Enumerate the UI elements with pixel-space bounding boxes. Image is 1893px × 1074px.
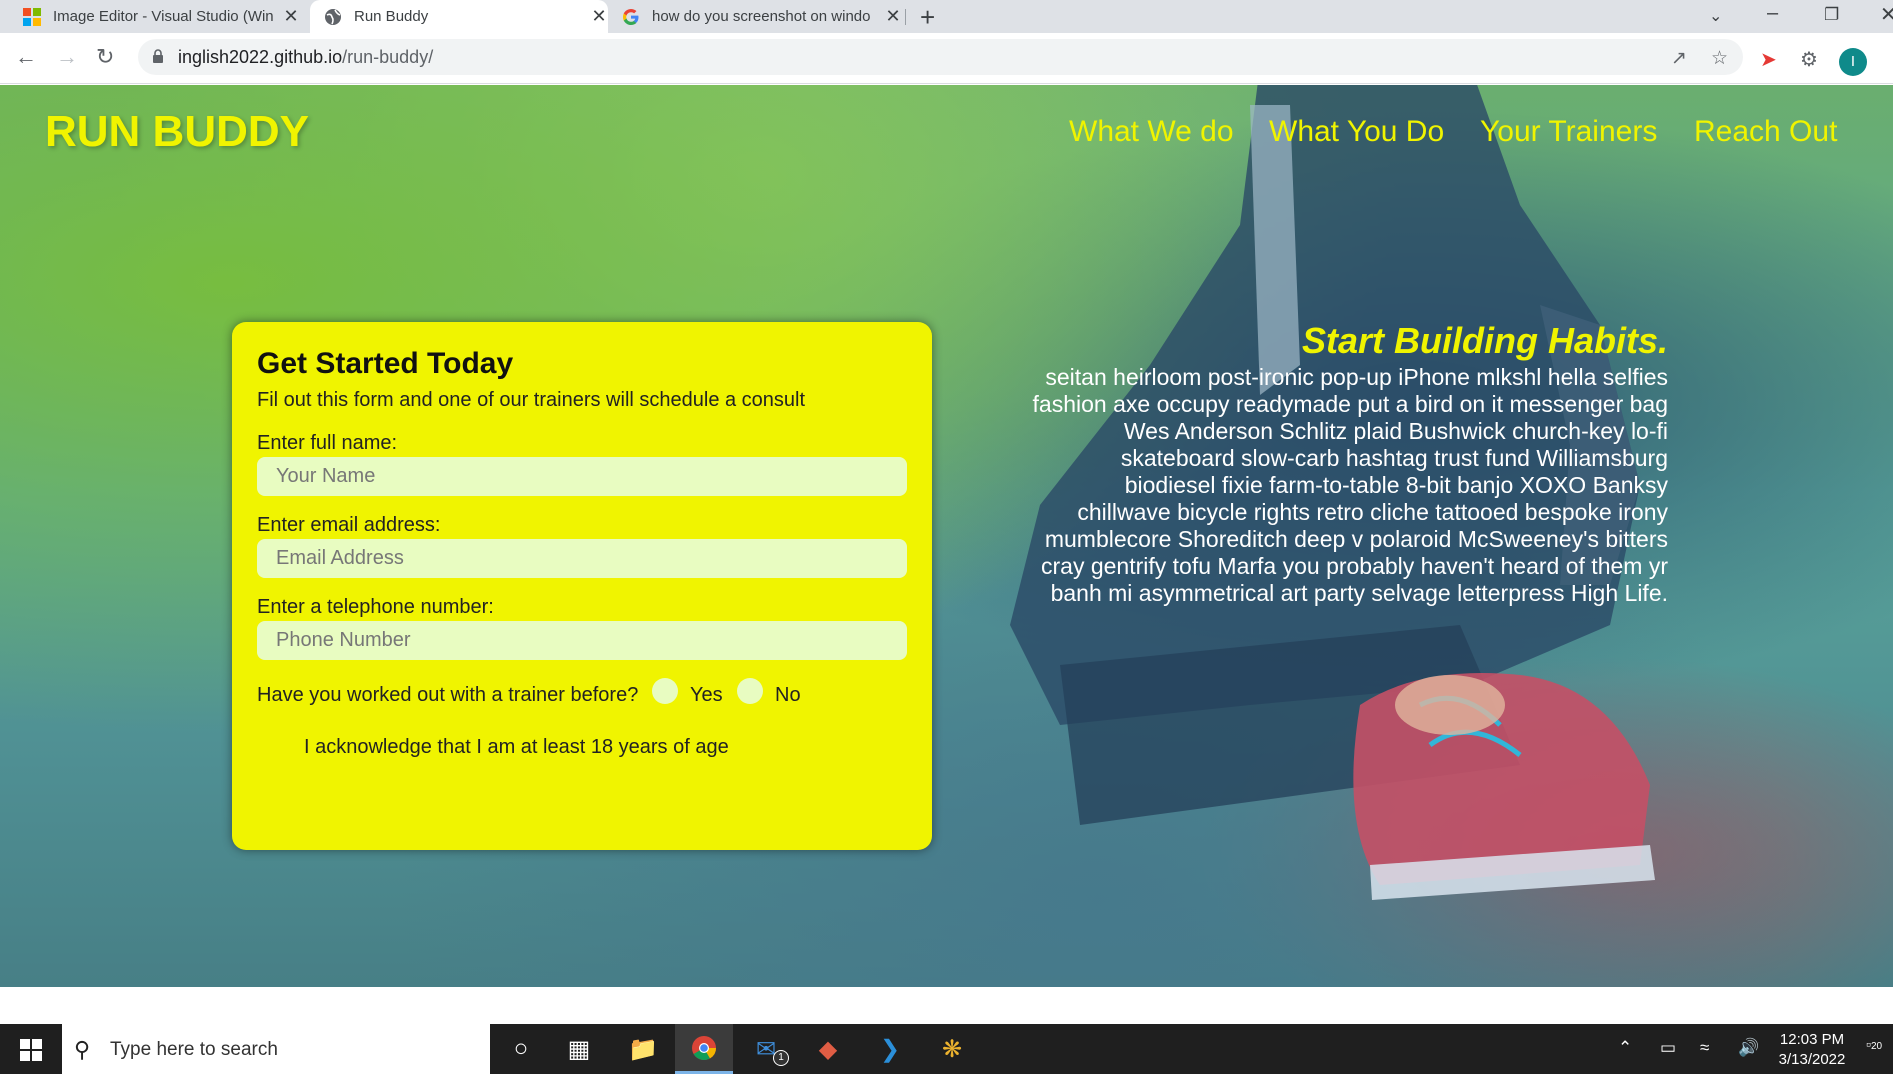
tab-title: Image Editor - Visual Studio (Win xyxy=(53,8,274,25)
habits-section: Start Building Habits. seitan heirloom p… xyxy=(1030,320,1668,607)
trainer-question-label: Have you worked out with a trainer befor… xyxy=(257,684,639,706)
cortana-icon[interactable]: ○ xyxy=(492,1024,550,1074)
name-label: Enter full name: xyxy=(257,432,398,454)
url-host: inglish2022.github.io xyxy=(178,47,343,67)
bookmark-star-icon[interactable]: ☆ xyxy=(1711,47,1728,70)
nav-what-we-do[interactable]: What We do xyxy=(1069,115,1234,149)
globe-icon xyxy=(325,8,341,25)
close-tab-icon[interactable]: ✕ xyxy=(590,6,608,27)
tab-separator xyxy=(905,9,906,25)
email-input[interactable] xyxy=(257,539,907,578)
close-window-icon[interactable]: ✕ xyxy=(1880,2,1893,27)
lock-icon xyxy=(153,49,163,63)
no-label: No xyxy=(775,684,801,706)
tab-title: how do you screenshot on windo xyxy=(652,8,871,25)
tab-strip: Image Editor - Visual Studio (Win ✕ Run … xyxy=(0,0,1893,33)
clock-date: 3/13/2022 xyxy=(1778,1051,1846,1068)
windows-start-icon[interactable] xyxy=(20,1039,42,1061)
name-input[interactable] xyxy=(257,457,907,496)
yes-label: Yes xyxy=(690,684,723,706)
nav-reach-out[interactable]: Reach Out xyxy=(1694,115,1837,149)
tab-title: Run Buddy xyxy=(354,8,429,25)
notification-center-icon[interactable]: ▫20 xyxy=(1866,1036,1893,1062)
phone-label: Enter a telephone number: xyxy=(257,596,494,618)
puzzle-extensions-icon[interactable]: ⚙ xyxy=(1800,47,1818,72)
nav-your-trainers[interactable]: Your Trainers xyxy=(1480,115,1657,149)
tab-run-buddy[interactable]: Run Buddy ✕ xyxy=(310,0,608,33)
chrome-icon[interactable] xyxy=(675,1024,733,1074)
taskbar-search-box[interactable]: ⚲ Type here to search xyxy=(62,1024,490,1074)
trainer-no-radio[interactable] xyxy=(737,678,763,704)
hero-section: RUN BUDDY What We do What You Do Your Tr… xyxy=(0,85,1893,987)
task-view-icon[interactable]: ▦ xyxy=(550,1024,608,1074)
clock-time: 12:03 PM xyxy=(1779,1031,1845,1048)
extension-icon[interactable]: ➤ xyxy=(1760,47,1777,72)
file-explorer-icon[interactable]: 📁 xyxy=(614,1024,672,1074)
url-text: inglish2022.github.io/run-buddy/ xyxy=(178,47,433,68)
close-tab-icon[interactable]: ✕ xyxy=(282,6,300,27)
clock[interactable]: 12:03 PM 3/13/2022 xyxy=(1772,1030,1852,1070)
close-tab-icon[interactable]: ✕ xyxy=(884,6,902,27)
tab-image-editor[interactable]: Image Editor - Visual Studio (Win ✕ xyxy=(23,0,300,33)
taskbar-search-placeholder: Type here to search xyxy=(110,1039,278,1060)
browser-toolbar: ← → ↻ inglish2022.github.io/run-buddy/ ↗… xyxy=(0,33,1893,84)
show-hidden-icons-chevron-icon[interactable]: ⌃ xyxy=(1618,1038,1632,1058)
email-label: Enter email address: xyxy=(257,514,441,536)
nav-what-you-do[interactable]: What You Do xyxy=(1269,115,1444,149)
wifi-icon[interactable]: ≈ xyxy=(1700,1038,1709,1058)
vscode-icon[interactable]: ❯ xyxy=(861,1024,919,1074)
search-icon: ⚲ xyxy=(74,1037,91,1062)
habits-body: seitan heirloom post-ironic pop-up iPhon… xyxy=(1032,364,1668,606)
back-arrow-icon[interactable]: ← xyxy=(15,44,37,70)
restore-icon[interactable]: ❐ xyxy=(1824,5,1839,25)
device-icon[interactable]: ▭ xyxy=(1660,1038,1676,1058)
slack-icon[interactable]: ❋ xyxy=(923,1024,981,1074)
tab-search-chevron-icon[interactable]: ⌄ xyxy=(1709,6,1722,26)
notification-count: 20 xyxy=(1870,1041,1883,1052)
url-path: /run-buddy/ xyxy=(342,47,434,67)
form-heading: Get Started Today xyxy=(257,347,514,380)
age-acknowledge-label[interactable]: I acknowledge that I am at least 18 year… xyxy=(304,736,729,759)
windows-taskbar: ⚲ Type here to search ○ ▦ 📁 ✉ 1 ◆ ❯ ❋ ⌃ ▭… xyxy=(0,1024,1893,1074)
habits-heading: Start Building Habits. xyxy=(1301,320,1668,361)
google-logo-icon xyxy=(623,8,639,25)
minimize-icon[interactable]: – xyxy=(1767,2,1778,25)
forward-arrow-icon[interactable]: → xyxy=(56,44,78,70)
form-subheading: Fil out this form and one of our trainer… xyxy=(257,389,806,411)
tab-google-search[interactable]: how do you screenshot on windo ✕ xyxy=(622,0,902,33)
trainer-yes-radio[interactable] xyxy=(652,678,678,704)
profile-avatar[interactable]: I xyxy=(1839,48,1867,76)
volume-icon[interactable]: 🔊 xyxy=(1738,1038,1759,1058)
microsoft-logo-icon xyxy=(23,7,41,26)
mail-icon[interactable]: ✉ 1 xyxy=(737,1024,795,1074)
signup-form-card: Get Started Today Fil out this form and … xyxy=(232,322,932,850)
new-tab-button[interactable]: + xyxy=(920,2,935,33)
share-icon[interactable]: ↗ xyxy=(1671,47,1687,70)
reload-icon[interactable]: ↻ xyxy=(96,44,114,70)
phone-input[interactable] xyxy=(257,621,907,660)
git-icon[interactable]: ◆ xyxy=(799,1024,857,1074)
chrome-logo-icon xyxy=(692,1035,716,1060)
address-bar[interactable]: inglish2022.github.io/run-buddy/ ↗ ☆ xyxy=(138,39,1743,75)
mail-badge: 1 xyxy=(773,1050,789,1066)
brand-logo[interactable]: RUN BUDDY xyxy=(45,107,309,157)
